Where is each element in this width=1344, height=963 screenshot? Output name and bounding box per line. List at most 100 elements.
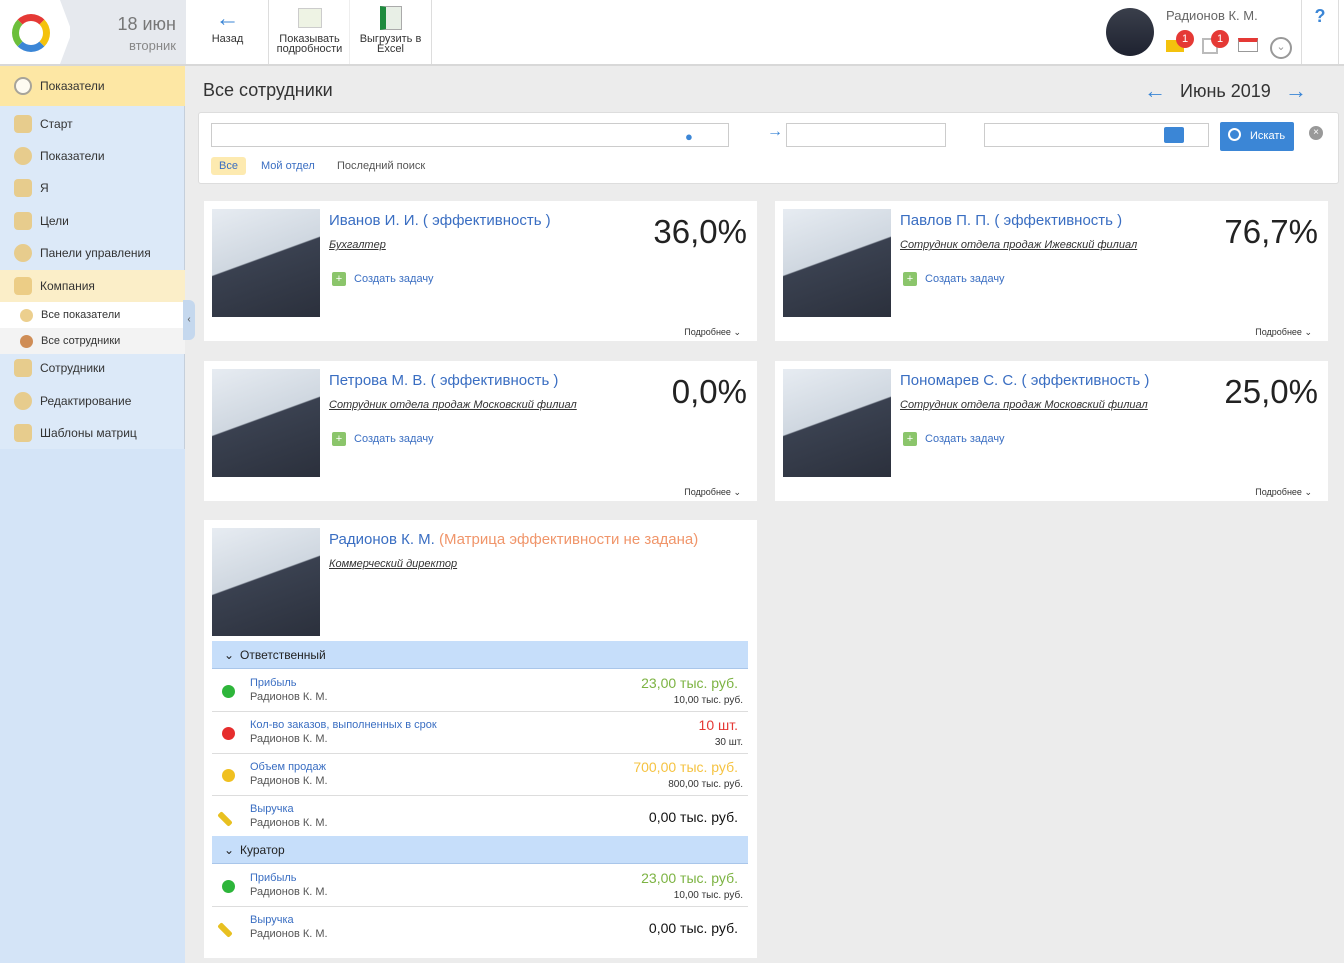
add-task-icon: + xyxy=(332,272,346,286)
sidebar-item-me[interactable]: Я xyxy=(0,173,185,203)
period-label: Июнь 2019 xyxy=(1180,81,1271,101)
back-button[interactable]: ← Назад xyxy=(187,0,269,64)
calendar-icon[interactable] xyxy=(1238,38,1258,52)
more-button[interactable]: Подробнее ⌄ xyxy=(684,327,741,338)
prev-period-button[interactable]: ← xyxy=(1144,78,1166,104)
create-task-label: Создать задачу xyxy=(354,433,434,445)
ruler-icon xyxy=(217,922,233,938)
indicator-title[interactable]: Кол-во заказов, выполненных в срок xyxy=(250,719,437,731)
help-button[interactable]: ? xyxy=(1301,0,1339,64)
employee-card-detailed: Радионов К. М. (Матрица эффективности не… xyxy=(204,520,757,958)
period-input[interactable] xyxy=(786,123,946,147)
indicator-target: 10,00 тыс. руб. xyxy=(673,890,743,901)
employee-name[interactable]: Иванов И. И. ( эффективность ) xyxy=(329,212,551,229)
efficiency-value: 76,7% xyxy=(1224,213,1318,250)
indicator-title[interactable]: Прибыль xyxy=(250,677,297,689)
user-name[interactable]: Радионов К. М. xyxy=(1166,8,1258,23)
indicator-title[interactable]: Выручка xyxy=(250,803,294,815)
collapse-sidebar-handle[interactable]: ‹ xyxy=(183,300,195,340)
sidebar-item-goals[interactable]: Цели xyxy=(0,206,185,236)
status-dot-icon xyxy=(222,880,235,893)
indicator-value: 0,00 тыс. руб. xyxy=(648,809,738,825)
sidebar-empty xyxy=(0,449,185,963)
filter-my-department[interactable]: Мой отдел xyxy=(261,160,315,172)
sidebar-item-dashboards[interactable]: Панели управления xyxy=(0,238,185,268)
filter-all[interactable]: Все xyxy=(211,157,246,175)
chevron-down-icon[interactable]: ⌄ xyxy=(1270,37,1292,59)
employee-photo xyxy=(783,209,891,317)
group-label: Ответственный xyxy=(240,648,326,662)
sidebar-item-editing[interactable]: Редактирование xyxy=(0,386,185,416)
employee-role[interactable]: Бухгалтер xyxy=(329,239,386,251)
employee-name[interactable]: Радионов К. М. (Матрица эффективности не… xyxy=(329,531,698,548)
employee-photo xyxy=(212,369,320,477)
org-structure-icon[interactable] xyxy=(1164,127,1184,143)
pie-chart-icon xyxy=(14,244,32,262)
sidebar-item-indicators[interactable]: Показатели xyxy=(0,141,185,171)
filter-last-search[interactable]: Последний поиск xyxy=(337,160,425,172)
more-button[interactable]: Подробнее ⌄ xyxy=(1255,327,1312,338)
employee-role[interactable]: Сотрудник отдела продаж Ижевский филиал xyxy=(900,239,1137,251)
gauge-icon xyxy=(14,147,32,165)
create-task-button[interactable]: + Создать задачу xyxy=(903,272,1005,286)
sidebar-item-employees[interactable]: Сотрудники xyxy=(0,353,185,383)
group-header-curator[interactable]: ⌄ Куратор xyxy=(212,836,748,864)
create-task-button[interactable]: + Создать задачу xyxy=(332,272,434,286)
create-task-button[interactable]: + Создать задачу xyxy=(332,432,434,446)
sidebar-item-label: Показатели xyxy=(40,79,105,93)
indicator-owner: Радионов К. М. xyxy=(250,691,328,703)
create-task-label: Создать задачу xyxy=(354,273,434,285)
employee-input[interactable] xyxy=(211,123,729,147)
create-task-button[interactable]: + Создать задачу xyxy=(903,432,1005,446)
employee-name[interactable]: Петрова М. В. ( эффективность ) xyxy=(329,372,558,389)
employee-role[interactable]: Сотрудник отдела продаж Московский филиа… xyxy=(900,399,1148,411)
sidebar-subitem-all-indicators[interactable]: Все показатели xyxy=(0,302,185,328)
efficiency-value: 0,0% xyxy=(671,373,747,410)
tasks-badge: 1 xyxy=(1211,30,1229,48)
date: 18 июн xyxy=(117,14,176,34)
sidebar-item-start[interactable]: Старт xyxy=(0,109,185,139)
sidebar-item-label: Я xyxy=(40,181,49,195)
employee-name[interactable]: Павлов П. П. ( эффективность ) xyxy=(900,212,1122,229)
excel-icon xyxy=(379,6,402,30)
sidebar-item-matrix-templates[interactable]: Шаблоны матриц xyxy=(0,418,185,448)
more-label: Подробнее xyxy=(1255,487,1302,497)
sidebar-item-active-indicators[interactable]: Показатели xyxy=(0,66,185,106)
clear-icon[interactable]: × xyxy=(1309,126,1323,140)
users-icon xyxy=(20,334,33,348)
indicator-value: 23,00 тыс. руб. xyxy=(641,675,738,691)
sidebar-item-label: Панели управления xyxy=(40,246,151,260)
indicator-title[interactable]: Выручка xyxy=(250,914,294,926)
gauge-icon xyxy=(14,77,32,95)
next-period-button[interactable]: → xyxy=(1285,78,1307,104)
sidebar-item-label: Компания xyxy=(40,279,95,293)
sidebar-item-company[interactable]: Компания xyxy=(0,270,185,302)
add-task-icon: + xyxy=(332,432,346,446)
sidebar-subitem-all-employees[interactable]: Все сотрудники xyxy=(0,328,185,354)
user-avatar[interactable] xyxy=(1106,8,1154,56)
employee-role[interactable]: Коммерческий директор xyxy=(329,558,457,570)
employee-name[interactable]: Пономарев С. С. ( эффективность ) xyxy=(900,372,1149,389)
user-icon xyxy=(14,179,32,197)
logo[interactable] xyxy=(0,0,70,64)
indicator-title[interactable]: Объем продаж xyxy=(250,761,326,773)
group-header-responsible[interactable]: ⌄ Ответственный xyxy=(212,641,748,669)
chevron-down-icon: ⌄ xyxy=(224,648,235,662)
indicator-target: 800,00 тыс. руб. xyxy=(668,779,743,790)
arrow-left-icon: ← xyxy=(215,5,240,32)
more-button[interactable]: Подробнее ⌄ xyxy=(1255,487,1312,498)
show-details-button[interactable]: Показывать подробности xyxy=(270,0,350,64)
factory-icon xyxy=(14,277,32,295)
more-button[interactable]: Подробнее ⌄ xyxy=(684,487,741,498)
indicator-value: 23,00 тыс. руб. xyxy=(641,870,738,886)
indicator-row: Прибыль Радионов К. М. 23,00 тыс. руб. 1… xyxy=(212,670,748,712)
employee-role[interactable]: Сотрудник отдела продаж Московский филиа… xyxy=(329,399,577,411)
indicator-title[interactable]: Прибыль xyxy=(250,872,297,884)
mail-badge: 1 xyxy=(1176,30,1194,48)
indicator-row: Объем продаж Радионов К. М. 700,00 тыс. … xyxy=(212,754,748,796)
create-task-label: Создать задачу xyxy=(925,273,1005,285)
sidebar-item-label: Сотрудники xyxy=(40,361,105,375)
indicator-row: Кол-во заказов, выполненных в срок Радио… xyxy=(212,712,748,754)
sidebar-item-label: Шаблоны матриц xyxy=(40,426,137,440)
export-excel-button[interactable]: Выгрузить в Excel xyxy=(350,0,432,64)
